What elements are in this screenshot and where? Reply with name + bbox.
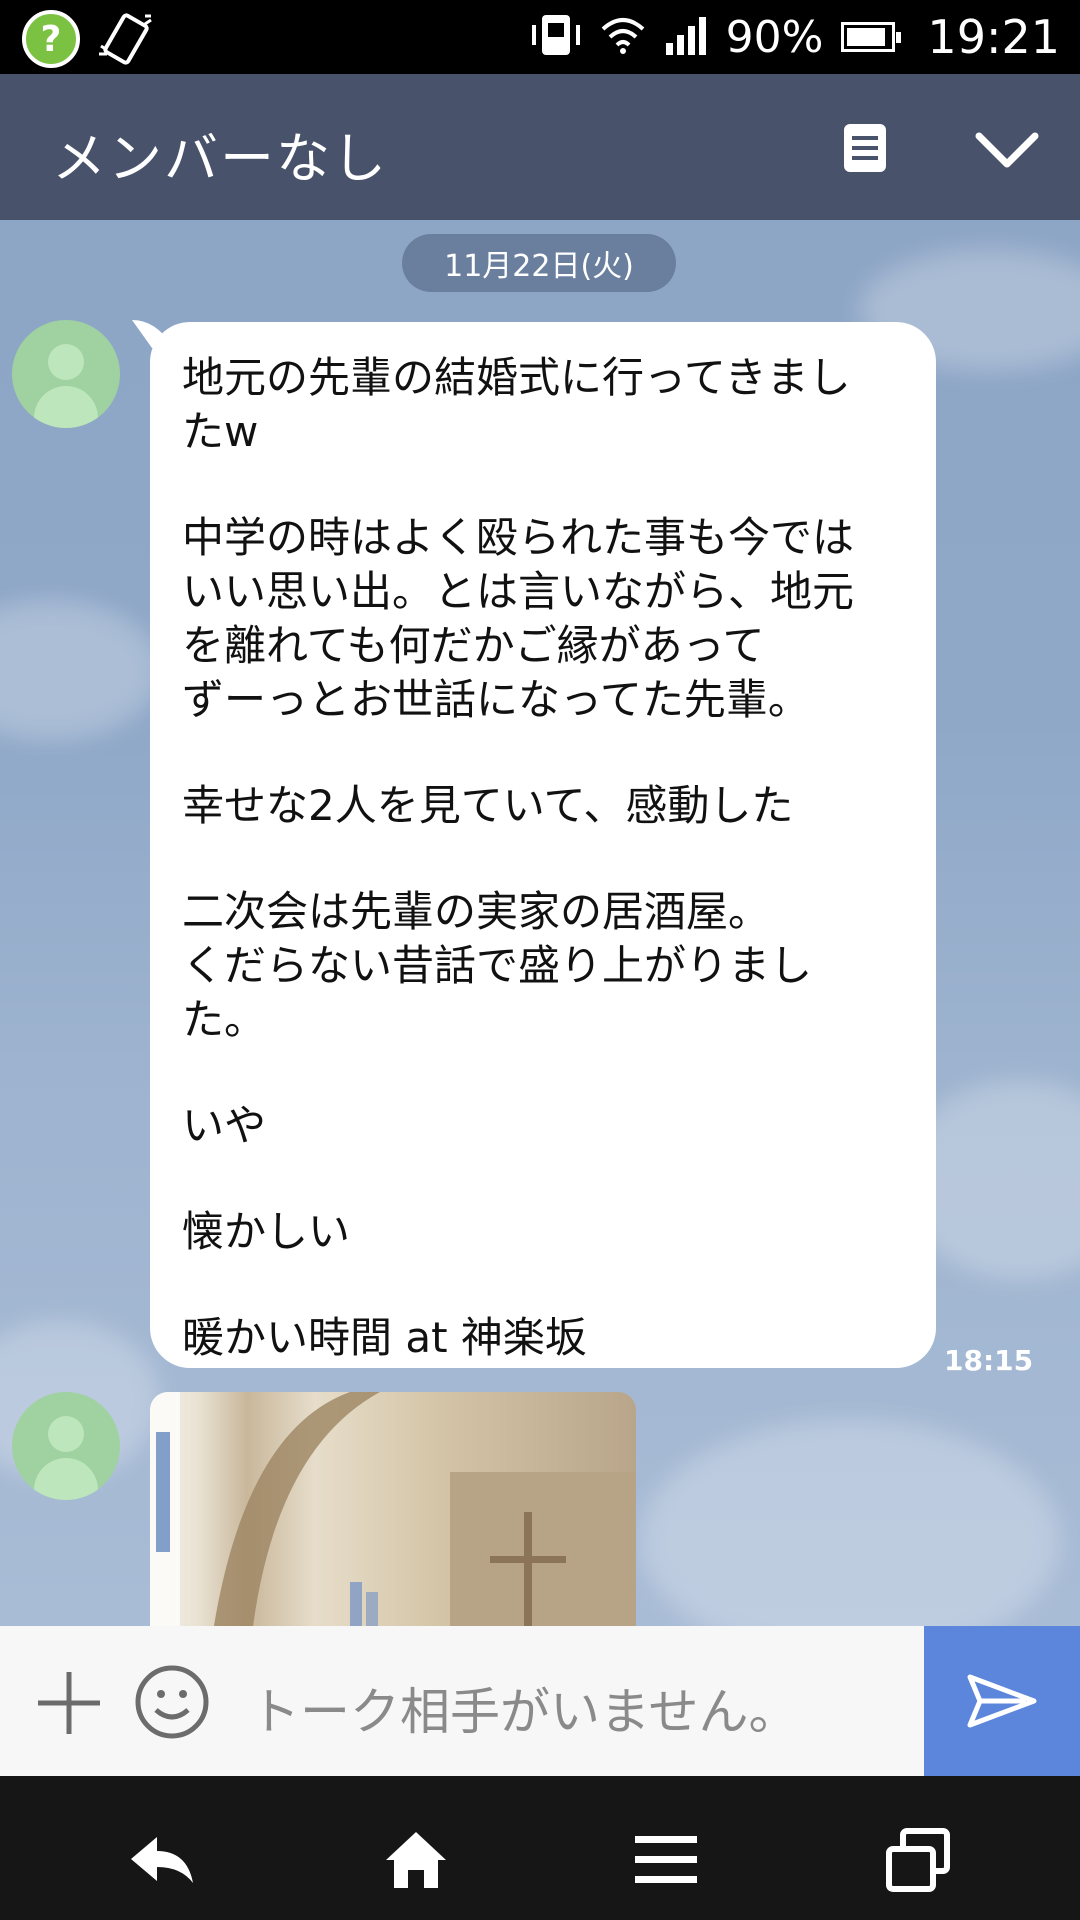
wifi-icon <box>600 15 646 59</box>
message-line: 懐かしい <box>182 1207 351 1256</box>
chevron-down-icon[interactable] <box>975 130 1039 174</box>
send-icon <box>967 1674 1037 1728</box>
clock: 19:21 <box>927 10 1060 64</box>
message-line: 幸せな2人を見ていて、感動した <box>182 781 794 830</box>
back-icon[interactable] <box>122 1820 202 1900</box>
status-bar: ? 90% 19:21 <box>0 0 1080 74</box>
signal-icon <box>664 15 708 59</box>
message-line: 二次会は先輩の実家の居酒屋。 <box>182 887 771 936</box>
avatar[interactable] <box>12 320 120 428</box>
message-line: 暖かい時間 at 神楽坂 <box>182 1313 587 1362</box>
rotate-icon <box>94 10 156 68</box>
chat-header: メンバーなし <box>0 74 1080 220</box>
chat-area[interactable]: 11月22日(火) 地元の先輩の結婚式に行ってきまし たw 中学の時はよく殴られ… <box>0 220 1080 1626</box>
plus-icon[interactable] <box>34 1668 104 1742</box>
message-timestamp: 18:15 <box>944 1344 1034 1377</box>
message-line: た。 <box>182 995 267 1044</box>
help-icon: ? <box>22 10 80 68</box>
message-line: ずーっとお世話になってた先輩。 <box>182 675 810 724</box>
smiley-icon[interactable] <box>134 1664 210 1744</box>
input-bar: トーク相手がいません。 <box>0 1626 1080 1776</box>
memo-icon[interactable] <box>842 122 888 178</box>
battery-percent: 90% <box>725 11 824 63</box>
avatar[interactable] <box>12 1392 120 1500</box>
navigation-bar <box>0 1776 1080 1920</box>
recent-apps-icon[interactable] <box>878 1820 958 1900</box>
send-button[interactable] <box>924 1626 1080 1776</box>
vibrate-icon <box>530 13 582 61</box>
message-line: くだらない昔話で盛り上がりまし <box>182 941 813 990</box>
menu-icon[interactable] <box>626 1820 706 1900</box>
battery-icon <box>841 22 902 52</box>
message-line: いい思い出。とは言いながら、地元 <box>182 567 855 616</box>
chat-title: メンバーなし <box>52 127 388 190</box>
message-line: を離れても何だかご縁があって <box>182 621 765 670</box>
message-line: 地元の先輩の結婚式に行ってきまし <box>182 353 851 402</box>
photo-message[interactable] <box>150 1392 636 1626</box>
message-line: 中学の時はよく殴られた事も今では <box>182 513 855 562</box>
message-line: いや <box>182 1101 267 1150</box>
message-input[interactable]: トーク相手がいません。 <box>250 1672 799 1744</box>
date-separator: 11月22日(火) <box>402 234 676 292</box>
message-line: たw <box>182 407 259 456</box>
photo-image <box>150 1392 636 1626</box>
home-icon[interactable] <box>376 1820 456 1900</box>
